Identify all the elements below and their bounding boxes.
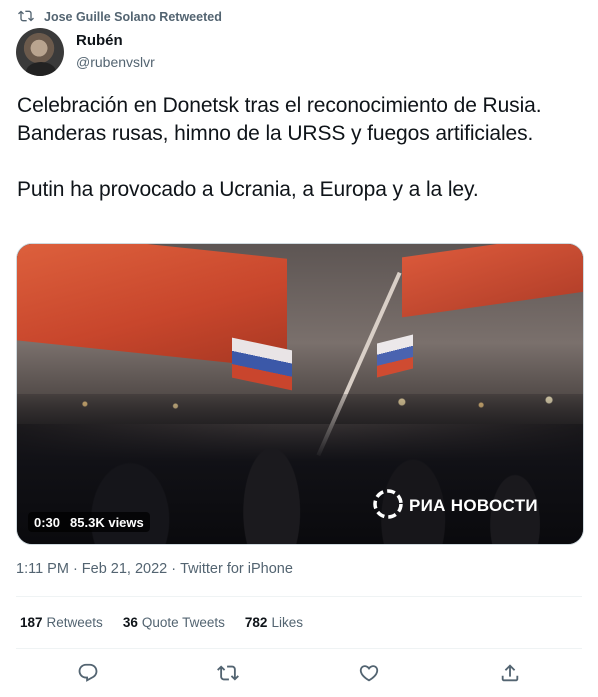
tweet-meta: 1:11 PM · Feb 21, 2022 · Twitter for iPh… [16, 561, 293, 577]
divider [16, 648, 582, 649]
retweeter-link[interactable]: Jose Guille Solano Retweeted [44, 10, 222, 24]
retweet-icon [18, 8, 34, 27]
meta-separator: · [171, 561, 177, 577]
likes-stat[interactable]: 782 Likes [245, 615, 303, 630]
tweet-date[interactable]: Feb 21, 2022 [82, 561, 167, 577]
video-watermark-text: РИА НОВОСТИ [409, 496, 538, 515]
tweet-stats: 187 Retweets 36 Quote Tweets 782 Likes [20, 615, 303, 630]
ria-logo-icon [373, 488, 403, 524]
author-handle[interactable]: @rubenvslvr [76, 54, 155, 70]
reply-icon[interactable] [77, 662, 101, 686]
tweet-source[interactable]: Twitter for iPhone [180, 561, 293, 577]
share-icon[interactable] [499, 662, 523, 686]
avatar[interactable] [16, 28, 64, 76]
video-views: 85.3K views [70, 514, 144, 530]
author-display-name[interactable]: Rubén [76, 32, 123, 49]
divider [16, 596, 582, 597]
video-duration: 0:30 [34, 514, 61, 530]
retweets-stat[interactable]: 187 Retweets [20, 615, 103, 630]
heart-icon[interactable] [358, 662, 382, 686]
quote-tweets-stat[interactable]: 36 Quote Tweets [123, 615, 225, 630]
tweet-time[interactable]: 1:11 PM [16, 561, 69, 577]
retweet-context: Jose Guille Solano Retweeted [18, 8, 222, 26]
meta-separator: · [72, 561, 78, 577]
video-info-pill: 0:30 85.3K views [28, 512, 150, 532]
tweet-text: Celebración en Donetsk tras el reconocim… [17, 94, 542, 201]
video-watermark: РИА НОВОСТИ [373, 488, 538, 524]
tweet-actions [0, 660, 598, 690]
retweet-icon[interactable] [217, 662, 241, 686]
